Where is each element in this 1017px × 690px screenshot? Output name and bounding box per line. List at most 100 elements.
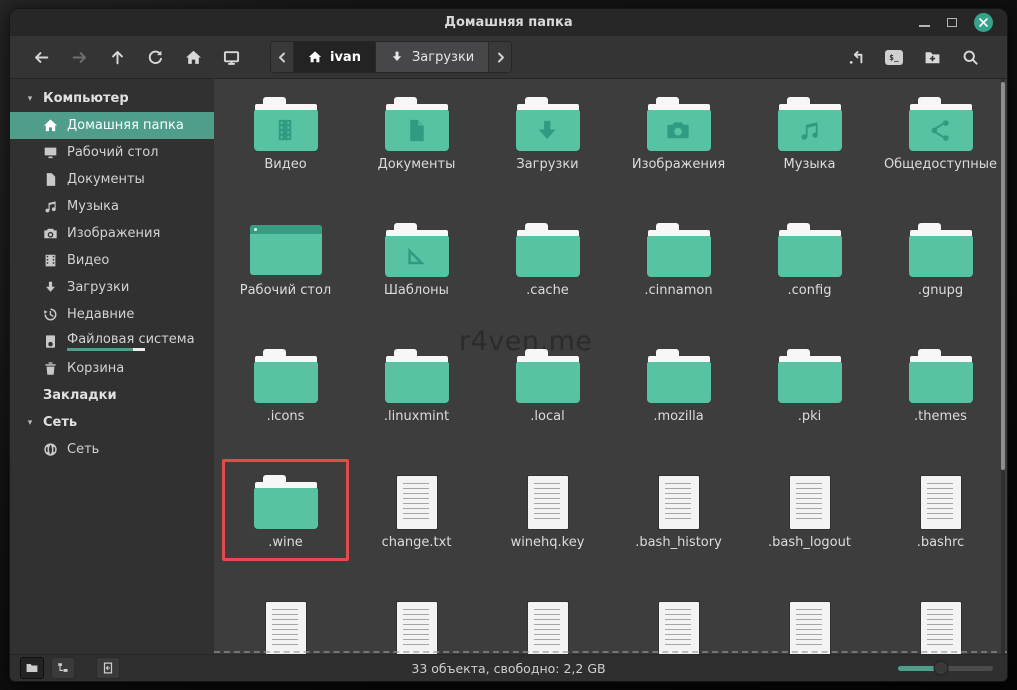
file-item-.local[interactable]: .local <box>482 345 613 471</box>
up-button[interactable] <box>98 41 136 73</box>
sidebar-item-label: Рабочий стол <box>67 145 158 160</box>
file-item-Загрузки[interactable]: Загрузки <box>482 93 613 219</box>
network-icon <box>42 442 58 458</box>
file-item-Изображения[interactable]: Изображения <box>613 93 744 219</box>
file-item-Общедоступные[interactable]: Общедоступные <box>875 93 1006 219</box>
file-item-.gnupg[interactable]: .gnupg <box>875 219 1006 345</box>
sidebar-section-header[interactable]: ▾ Компьютер <box>10 85 214 112</box>
breadcrumb-segment-downloads[interactable]: Загрузки <box>375 42 488 72</box>
file-item-label: .bash_logout <box>768 535 851 550</box>
sidebar-item-video[interactable]: Видео <box>10 247 214 274</box>
close-icon[interactable] <box>974 13 993 32</box>
video-icon <box>42 253 58 269</box>
sidebar-item-home[interactable]: Домашняя папка <box>10 112 214 139</box>
file-item-Музыка[interactable]: Музыка <box>744 93 875 219</box>
open-terminal-button[interactable]: $_ <box>875 41 913 73</box>
home-icon <box>42 118 58 134</box>
file-item-.bash_history[interactable]: .bash_history <box>613 471 744 597</box>
file-item-partial[interactable] <box>875 597 1006 654</box>
home-button[interactable] <box>174 41 212 73</box>
window-controls <box>919 13 1007 32</box>
sidebar-item-image[interactable]: Изображения <box>10 220 214 247</box>
new-folder-button[interactable] <box>913 41 951 73</box>
chevron-down-icon: ▾ <box>23 94 37 104</box>
titlebar[interactable]: Домашняя папка <box>10 9 1007 36</box>
file-item-change.txt[interactable]: change.txt <box>351 471 482 597</box>
file-item-label: winehq.key <box>511 535 585 550</box>
maximize-icon[interactable] <box>947 18 957 27</box>
content-pane[interactable]: r4ven.me ВидеоДокументыЗагрузкиИзображен… <box>214 79 1007 654</box>
toggle-location-button[interactable] <box>837 41 875 73</box>
scrollbar-thumb[interactable] <box>1001 82 1005 470</box>
zoom-slider[interactable] <box>898 666 997 671</box>
file-item-.themes[interactable]: .themes <box>875 345 1006 471</box>
file-item-partial[interactable] <box>220 597 351 654</box>
file-item-winehq.key[interactable]: winehq.key <box>482 471 613 597</box>
file-item-.wine[interactable]: .wine <box>220 471 351 597</box>
file-item-Рабочий стол[interactable]: Рабочий стол <box>220 219 351 345</box>
back-button[interactable] <box>22 41 60 73</box>
refresh-button[interactable] <box>136 41 174 73</box>
breadcrumb-prev-button[interactable] <box>271 42 294 72</box>
folder-icon <box>909 223 973 277</box>
sidebar: ▾ Компьютер Домашняя папка Рабочий стол Доку… <box>10 79 214 654</box>
sidebar-item-label: Документы <box>67 172 145 187</box>
file-item-label: .mozilla <box>653 409 703 424</box>
zoom-slider-thumb[interactable] <box>933 661 948 676</box>
file-item-partial[interactable] <box>744 597 875 654</box>
sidebar-item-recent[interactable]: Недавние <box>10 301 214 328</box>
file-item-label: change.txt <box>382 535 452 550</box>
file-item-label: .bashrc <box>917 535 965 550</box>
file-item-Видео[interactable]: Видео <box>220 93 351 219</box>
sidebar-item-network[interactable]: Сеть <box>10 436 214 463</box>
folder-icon <box>516 349 580 403</box>
file-item-.mozilla[interactable]: .mozilla <box>613 345 744 471</box>
sidebar-item-label: Файловая система <box>67 332 195 347</box>
file-item-label: .config <box>788 283 832 298</box>
folder-icon <box>647 349 711 403</box>
file-item-partial[interactable] <box>351 597 482 654</box>
zoom-slider-track[interactable] <box>898 666 993 671</box>
sidebar-section-label: Закладки <box>43 388 117 403</box>
file-item-.linuxmint[interactable]: .linuxmint <box>351 345 482 471</box>
show-desktop-button[interactable] <box>212 41 250 73</box>
sidebar-item-download[interactable]: Загрузки <box>10 274 214 301</box>
window-title: Домашняя папка <box>10 15 1007 30</box>
sidebar-item-filesystem[interactable]: Файловая система <box>10 328 214 355</box>
file-item-.cinnamon[interactable]: .cinnamon <box>613 219 744 345</box>
sidebar-item-trash[interactable]: Корзина <box>10 355 214 382</box>
file-item-partial[interactable] <box>482 597 613 654</box>
file-item-.bashrc[interactable]: .bashrc <box>875 471 1006 597</box>
sidebar-section-label: Компьютер <box>43 91 129 106</box>
forward-button[interactable] <box>60 41 98 73</box>
breadcrumb-segment-home[interactable]: ivan <box>294 42 375 72</box>
file-item-.cache[interactable]: .cache <box>482 219 613 345</box>
document-icon <box>42 172 58 188</box>
file-item-.icons[interactable]: .icons <box>220 345 351 471</box>
status-text: 33 объекта, свободно: 2,2 GB <box>10 661 1007 676</box>
file-item-label: Шаблоны <box>384 283 449 298</box>
file-manager-window: Домашняя папка <box>9 8 1008 682</box>
sidebar-section-header[interactable]: ▾Сеть <box>10 409 214 436</box>
file-item-Документы[interactable]: Документы <box>351 93 482 219</box>
toolbar: ivan Загрузки $_ <box>10 36 1007 79</box>
text-file-icon <box>659 602 699 654</box>
home-icon <box>308 50 322 64</box>
sidebar-item-document[interactable]: Документы <box>10 166 214 193</box>
sidebar-section-header[interactable]: Закладки <box>10 382 214 409</box>
breadcrumb-next-button[interactable] <box>488 42 511 72</box>
file-item-label: Видео <box>264 157 306 172</box>
file-item-partial[interactable] <box>613 597 744 654</box>
sidebar-item-desktop[interactable]: Рабочий стол <box>10 139 214 166</box>
sidebar-item-music[interactable]: Музыка <box>10 193 214 220</box>
file-item-label: .bash_history <box>635 535 722 550</box>
file-item-label: .icons <box>267 409 305 424</box>
sidebar-item-label: Видео <box>67 253 109 268</box>
file-item-.config[interactable]: .config <box>744 219 875 345</box>
sidebar-item-label: Корзина <box>67 361 124 376</box>
file-item-Шаблоны[interactable]: Шаблоны <box>351 219 482 345</box>
minimize-icon[interactable] <box>919 25 930 27</box>
file-item-.bash_logout[interactable]: .bash_logout <box>744 471 875 597</box>
file-item-.pki[interactable]: .pki <box>744 345 875 471</box>
search-button[interactable] <box>951 41 989 73</box>
